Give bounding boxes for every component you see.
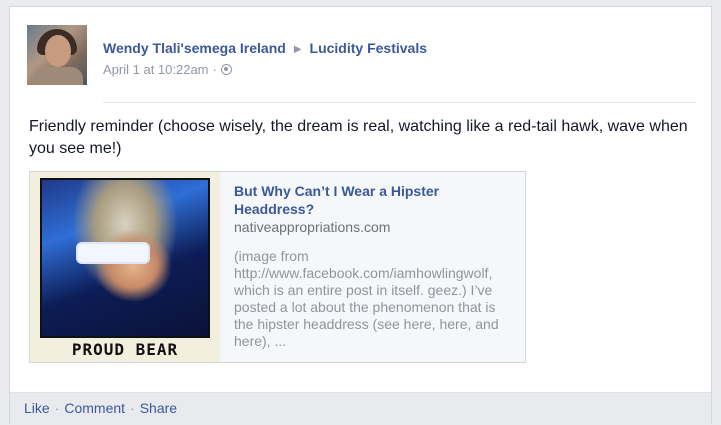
post-message: Friendly reminder (choose wisely, the dr…: [29, 118, 688, 157]
link-thumbnail[interactable]: PROUD BEAR: [30, 172, 220, 362]
globe-icon[interactable]: [220, 64, 232, 75]
link-preview[interactable]: PROUD BEAR But Why Can’t I Wear a Hipste…: [29, 171, 526, 363]
avatar-body: [33, 67, 83, 85]
link-domain: nativeappropriations.com: [234, 219, 391, 235]
link-description: (image from http://www.facebook.com/iamh…: [234, 248, 499, 349]
link-text: But Why Can’t I Wear a Hipster Headdress…: [234, 182, 514, 350]
like-button[interactable]: Like: [24, 400, 50, 416]
action-separator: ·: [130, 400, 135, 416]
link-title[interactable]: But Why Can’t I Wear a Hipster Headdress…: [234, 182, 514, 218]
post-timestamp[interactable]: April 1 at 10:22am: [103, 62, 209, 77]
avatar-face: [45, 35, 71, 67]
arrow-right-icon: ▶: [293, 44, 302, 55]
comment-button[interactable]: Comment: [64, 400, 125, 416]
header-divider: [103, 102, 696, 103]
author-avatar[interactable]: [27, 25, 87, 85]
action-separator: ·: [54, 400, 60, 416]
author-name-link[interactable]: Wendy Tlali'semega Ireland: [103, 40, 286, 56]
target-page-link[interactable]: Lucidity Festivals: [310, 40, 427, 56]
post-card: Wendy Tlali'semega Ireland ▶ Lucidity Fest…: [9, 6, 712, 425]
sunglasses-graphic: [76, 242, 150, 264]
action-bar: Like · Comment · Share: [10, 392, 711, 425]
post-header: Wendy Tlali'semega Ireland ▶ Lucidity Fest…: [103, 40, 427, 56]
share-button[interactable]: Share: [140, 400, 177, 416]
meta-separator: ·: [212, 62, 217, 77]
post-meta: April 1 at 10:22am ·: [103, 62, 232, 77]
thumbnail-caption: PROUD BEAR: [71, 340, 179, 359]
